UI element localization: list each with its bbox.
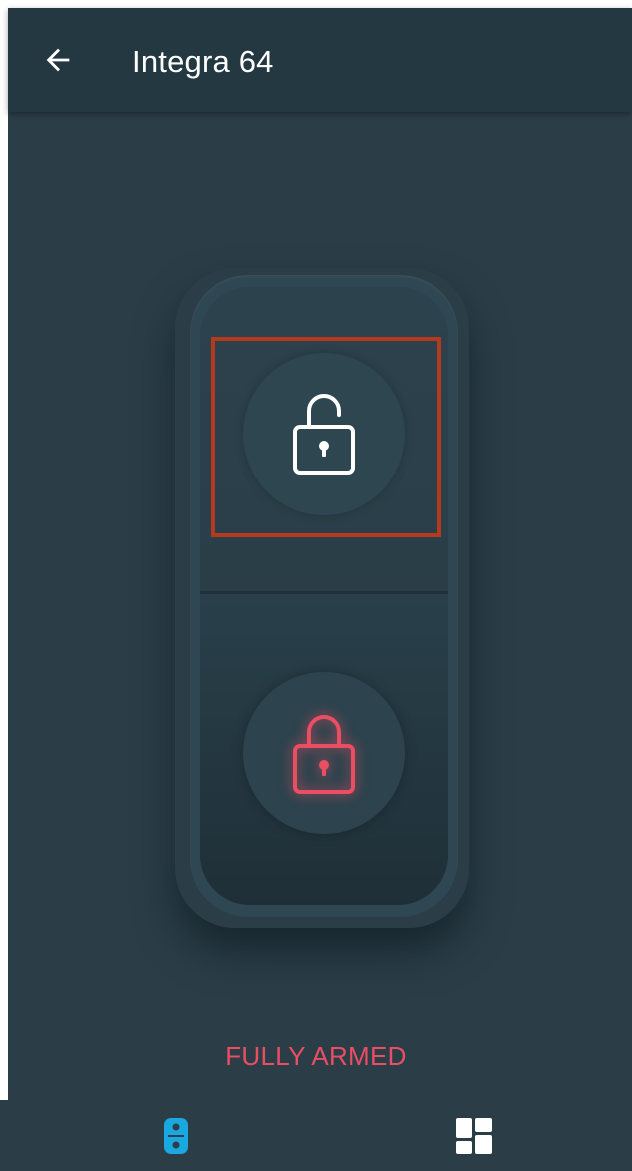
disarm-button[interactable]: [200, 287, 448, 591]
lock-open-icon: [293, 394, 355, 475]
dashboard-grid-icon: [456, 1118, 492, 1154]
arming-status: FULLY ARMED: [225, 1041, 407, 1071]
arrow-left-icon: [46, 48, 70, 72]
app-bar: Integra 64: [8, 8, 632, 112]
back-button[interactable]: [38, 40, 78, 80]
lock-closed-icon: [293, 715, 355, 794]
tab-switch[interactable]: [144, 1112, 208, 1160]
switch-icon: [164, 1118, 188, 1154]
bottom-nav: [0, 1100, 632, 1171]
arm-switch: [200, 287, 448, 905]
screen: Integra 64 FULLY ARMED: [0, 0, 632, 1171]
page-title: Integra 64: [132, 44, 274, 79]
screen-top-edge: [0, 0, 632, 8]
arm-button[interactable]: [200, 594, 448, 905]
arm-button-circle: [243, 672, 405, 834]
screen-left-edge: [0, 0, 8, 1171]
disarm-button-circle: [243, 353, 405, 515]
tab-dashboard[interactable]: [442, 1112, 506, 1160]
